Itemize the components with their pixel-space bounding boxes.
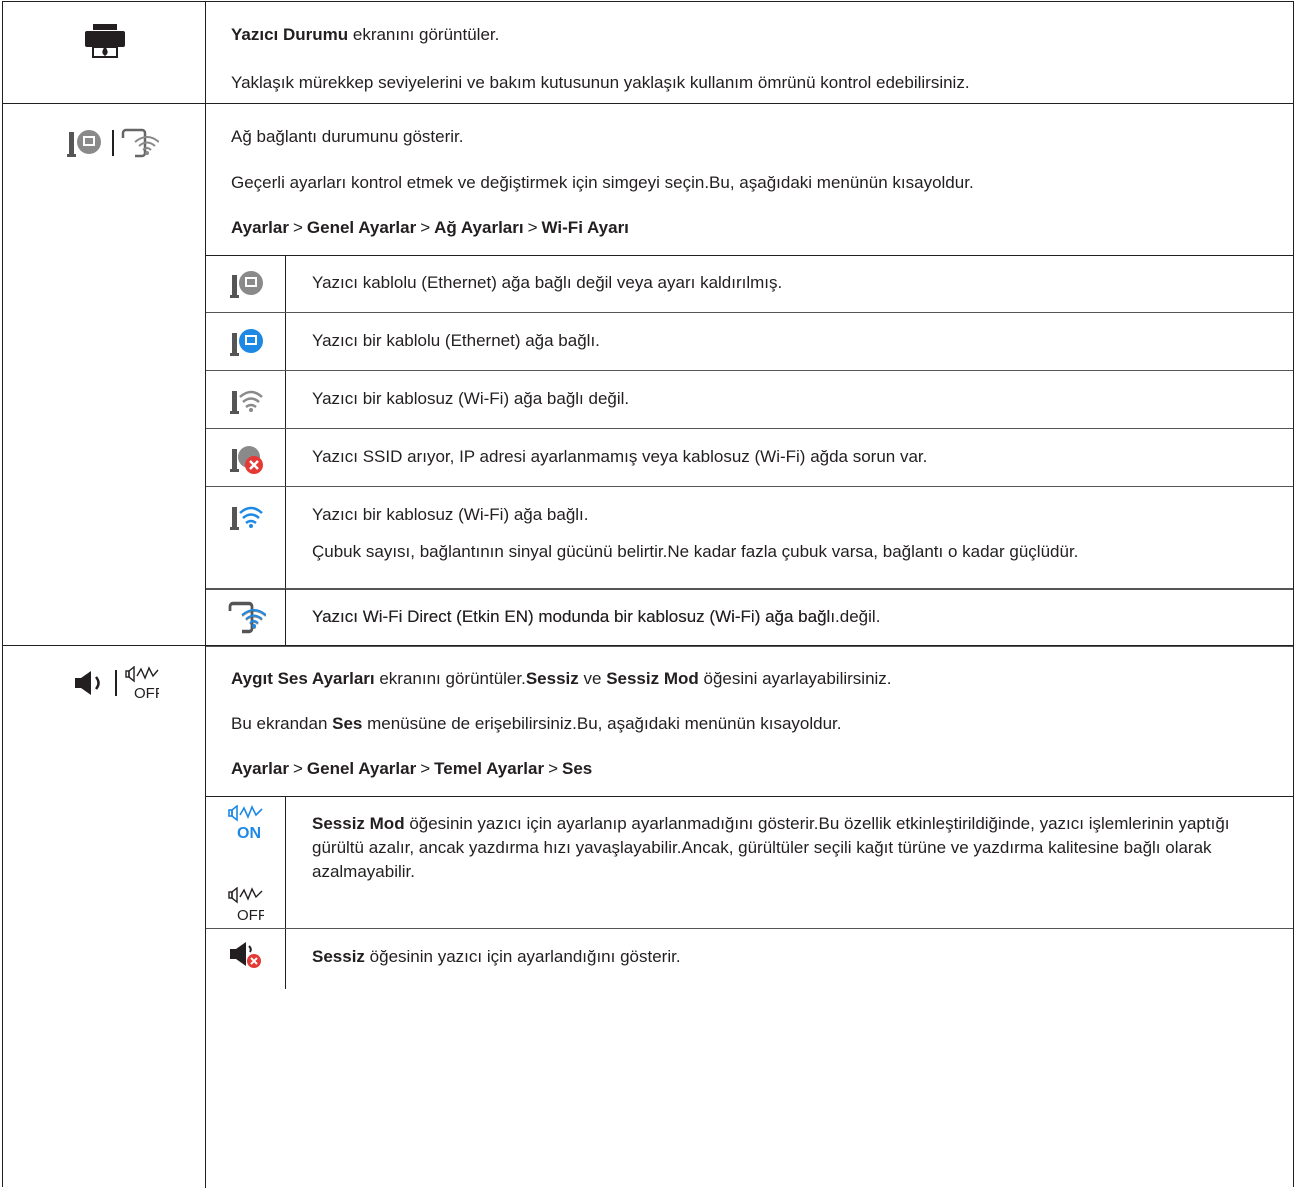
icon-cell: [3, 2, 206, 103]
icon-cell: [206, 589, 286, 646]
item-text: Yazıcı SSID arıyor, IP adresi ayarlanmam…: [312, 447, 928, 466]
item-text: Yazıcı kablolu (Ethernet) ağa bağlı deği…: [312, 273, 783, 292]
network-menu-path: Ayarlar > Genel Ayarlar > Ağ Ayarları > Wi-Fi …: [231, 218, 629, 237]
speaker-icon[interactable]: [75, 670, 105, 696]
sound-desc: Aygıt Ses Ayarları ekranını görüntüler.S…: [231, 669, 892, 688]
icon-cell: [206, 929, 286, 989]
quiet-off-icon[interactable]: OFF: [125, 666, 159, 700]
item-text-detail: Çubuk sayısı, bağlantının sinyal gücünü …: [312, 542, 1079, 561]
icon-divider: [115, 670, 117, 696]
item-text: Yazıcı bir kablosuz (Wi-Fi) ağa bağlı de…: [312, 389, 630, 408]
network-desc: Ağ bağlantı durumunu gösterir.: [231, 127, 464, 146]
status-detail: Yaklaşık mürekkep seviyelerini ve bakım …: [231, 73, 970, 92]
icon-cell: [206, 487, 286, 589]
item-text: Yazıcı Wi-Fi Direct (Etkin EN) modunda b…: [312, 607, 840, 626]
quiet-off-icon: OFF: [228, 887, 264, 923]
icon-cell: [3, 104, 206, 645]
wifi-connected-icon: [230, 506, 263, 530]
mute-icon: [230, 942, 261, 968]
sound-menu-path: Ayarlar > Genel Ayarlar > Temel Ayarlar > Ses: [231, 759, 593, 778]
item-text: Sessiz Mod öğesinin yazıcı için ayarlanı…: [312, 814, 1230, 881]
list-item: ON OFF Sessiz Mod öğesinin yazıcı için a…: [206, 797, 1293, 929]
item-text: Sessiz öğesinin yazıcı için ayarlandığın…: [312, 947, 681, 966]
info-table: Yazıcı Durumu ekranını görüntüler. Yakla…: [2, 1, 1294, 1188]
list-item: Yazıcı bir kablosuz (Wi-Fi) ağa bağlı de…: [206, 371, 1293, 429]
content-cell: Yazıcı Wi-Fi Direct (Etkin EN) modunda b…: [206, 588, 1293, 646]
list-item: Yazıcı bir kablosuz (Wi-Fi) ağa bağlı. Ç…: [206, 487, 1293, 590]
content-cell: Ağ bağlantı durumunu gösterir. Geçerli a…: [206, 104, 1293, 647]
wifi-direct-connected-icon: [228, 601, 266, 633]
sound-detail: Bu ekrandan Ses menüsüne de erişebilirsi…: [231, 714, 842, 733]
icon-cell: [206, 313, 286, 370]
icon-cell: [206, 429, 286, 486]
icon-cell: OFF: [3, 646, 206, 1188]
wired-network-icon[interactable]: [67, 128, 103, 158]
sound-icon-table: ON OFF Sessiz Mod öğesinin yazıcı için a…: [206, 796, 1293, 1188]
wired-connected-icon: [230, 329, 263, 356]
off-label: OFF: [237, 907, 264, 923]
network-detail: Geçerli ayarları kontrol etmek ve değişt…: [231, 173, 974, 192]
on-label: ON: [237, 825, 261, 841]
list-item: Yazıcı Wi-Fi Direct (Etkin EN) modunda b…: [206, 588, 1293, 646]
content-cell: Yazıcı Durumu ekranını görüntüler. Yakla…: [206, 2, 1293, 103]
item-text: Yazıcı bir kablosuz (Wi-Fi) ağa bağlı.: [312, 505, 589, 524]
status-desc: Yazıcı Durumu ekranını görüntüler.: [231, 25, 500, 44]
printer-ink-icon[interactable]: [85, 24, 125, 60]
wifi-error-icon: [230, 446, 263, 474]
icon-cell: ON OFF: [206, 797, 286, 928]
content-cell: Aygıt Ses Ayarları ekranını görüntüler.S…: [206, 646, 1293, 1188]
list-item: Sessiz öğesinin yazıcı için ayarlandığın…: [206, 929, 1293, 989]
wifi-direct-icon[interactable]: [121, 128, 159, 158]
row-network: Ağ bağlantı durumunu gösterir. Geçerli a…: [3, 104, 1293, 647]
list-item: Yazıcı bir kablolu (Ethernet) ağa bağlı.: [206, 313, 1293, 371]
list-item: Yazıcı kablolu (Ethernet) ağa bağlı deği…: [206, 256, 1293, 313]
icon-cell: [206, 371, 286, 428]
wifi-disconnected-icon: [230, 390, 263, 414]
row-printer-status: Yazıcı Durumu ekranını görüntüler. Yakla…: [3, 2, 1293, 104]
list-item: Yazıcı SSID arıyor, IP adresi ayarlanmam…: [206, 429, 1293, 487]
row-sound: OFF Aygıt Ses Ayarları ekranını görüntül…: [3, 646, 1293, 1188]
icon-cell: [206, 256, 286, 312]
icon-divider: [112, 130, 114, 156]
row-network-extra: Yazıcı Wi-Fi Direct (Etkin EN) modunda b…: [3, 588, 1293, 646]
quiet-on-icon: ON: [228, 805, 263, 841]
wired-disconnected-icon: [230, 271, 263, 298]
item-text: Yazıcı bir kablolu (Ethernet) ağa bağlı.: [312, 331, 600, 350]
svg-text:OFF: OFF: [134, 685, 159, 700]
